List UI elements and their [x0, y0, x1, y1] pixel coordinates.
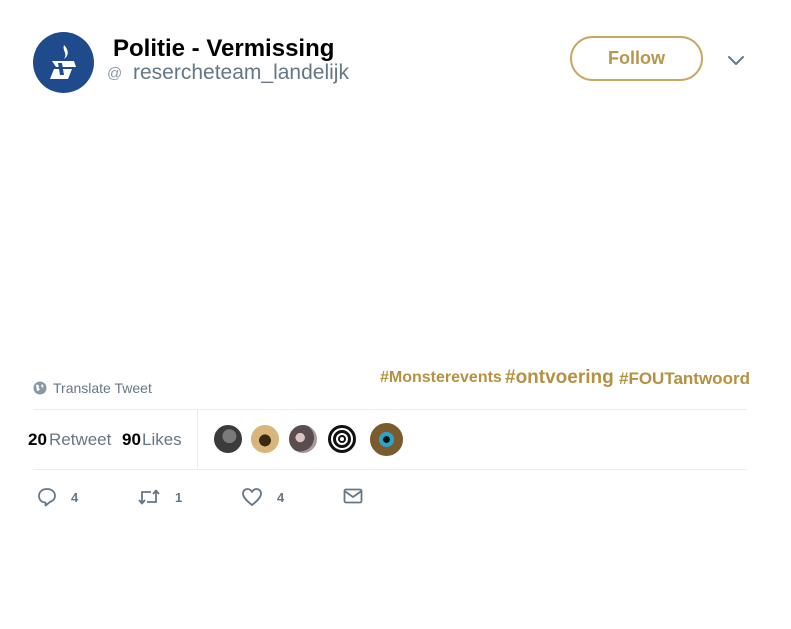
liker-avatar[interactable] [212, 423, 244, 455]
liker-avatar[interactable] [287, 423, 319, 455]
reply-count: 4 [71, 489, 79, 505]
heart-icon [242, 488, 262, 506]
like-action-count: 4 [277, 489, 285, 505]
retweet-label[interactable]: Retweet [49, 430, 111, 450]
at-sign: @ [107, 65, 123, 82]
likes-count[interactable]: 90 [122, 430, 141, 450]
display-name[interactable]: Politie - Vermissing [113, 35, 334, 63]
retweet-action-count: 1 [175, 489, 183, 505]
divider [33, 469, 747, 470]
retweet-button[interactable]: 1 [137, 487, 182, 507]
profile-avatar[interactable] [33, 32, 94, 93]
retweet-count[interactable]: 20 [28, 430, 47, 450]
globe-icon [33, 381, 47, 395]
stats-divider [197, 410, 198, 469]
police-logo-icon [49, 44, 76, 79]
liker-avatar[interactable] [249, 423, 281, 455]
translate-label: Translate Tweet [53, 380, 152, 396]
likes-label[interactable]: Likes [142, 430, 182, 450]
hashtag-link[interactable]: #Monsterevents [380, 369, 502, 387]
translate-tweet-link[interactable]: Translate Tweet [33, 380, 152, 396]
follow-button[interactable]: Follow [570, 36, 703, 81]
liker-avatar[interactable] [326, 423, 358, 455]
retweet-icon [138, 489, 160, 505]
hashtag-link[interactable]: #ontvoering [505, 367, 614, 389]
eye-logo-icon [331, 428, 353, 450]
user-handle[interactable]: resercheteam_landelijk [133, 61, 349, 85]
like-button[interactable]: 4 [241, 487, 284, 507]
hashtag-link[interactable]: #FOUTantwoord [619, 369, 750, 389]
envelope-icon [343, 488, 363, 504]
divider [33, 409, 747, 410]
reply-icon [38, 488, 56, 507]
liker-avatar[interactable] [368, 421, 405, 458]
reply-button[interactable]: 4 [37, 487, 78, 507]
chevron-down-icon[interactable] [727, 53, 745, 67]
direct-message-button[interactable] [343, 487, 363, 505]
